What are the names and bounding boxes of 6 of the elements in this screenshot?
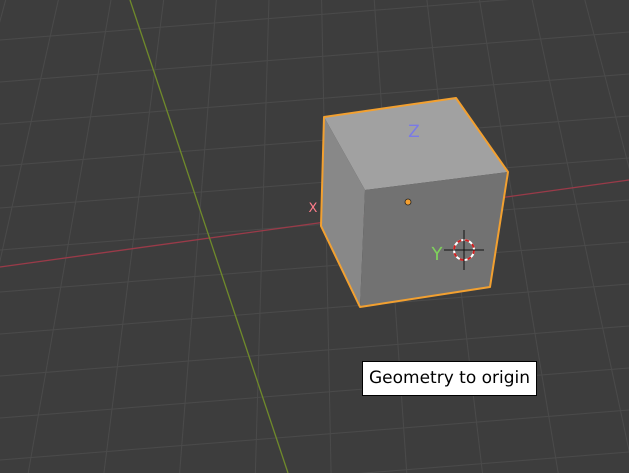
origin-dot xyxy=(404,198,412,206)
axis-label: Z xyxy=(408,122,420,142)
axis-label: X xyxy=(308,201,318,216)
3d-cursor-icon xyxy=(444,230,484,270)
axis-label: Y xyxy=(432,244,442,265)
operator-label: Geometry to origin xyxy=(362,361,538,396)
